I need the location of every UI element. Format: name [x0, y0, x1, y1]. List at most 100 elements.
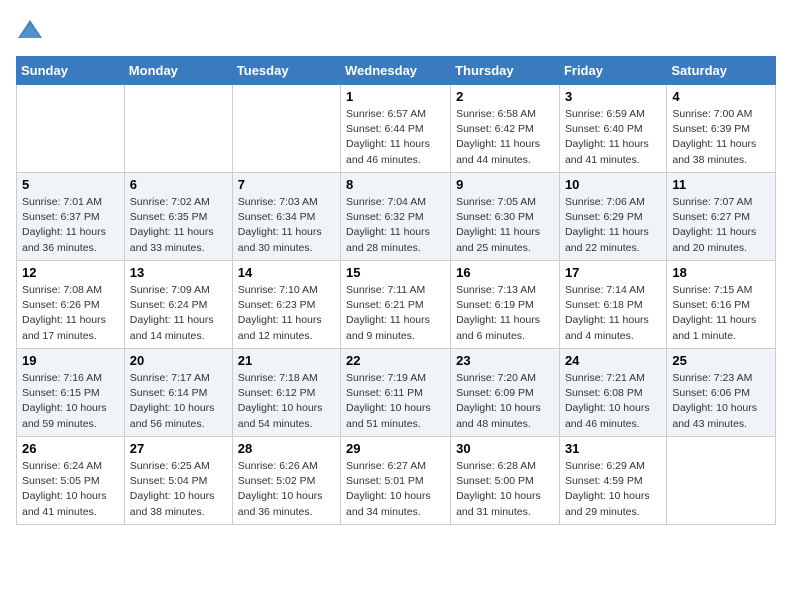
column-header-monday: Monday	[124, 57, 232, 85]
calendar-cell: 13 Sunrise: 7:09 AM Sunset: 6:24 PM Dayli…	[124, 261, 232, 349]
day-number: 17	[565, 265, 661, 280]
day-number: 13	[130, 265, 227, 280]
day-info: Sunrise: 6:57 AM Sunset: 6:44 PM Dayligh…	[346, 107, 445, 168]
calendar-cell	[667, 437, 776, 525]
day-info: Sunrise: 7:11 AM Sunset: 6:21 PM Dayligh…	[346, 283, 445, 344]
day-info: Sunrise: 6:28 AM Sunset: 5:00 PM Dayligh…	[456, 459, 554, 520]
day-info: Sunrise: 7:16 AM Sunset: 6:15 PM Dayligh…	[22, 371, 119, 432]
day-number: 7	[238, 177, 335, 192]
day-info: Sunrise: 6:58 AM Sunset: 6:42 PM Dayligh…	[456, 107, 554, 168]
day-number: 21	[238, 353, 335, 368]
calendar-cell: 3 Sunrise: 6:59 AM Sunset: 6:40 PM Daylig…	[559, 85, 666, 173]
day-number: 19	[22, 353, 119, 368]
calendar-cell: 11 Sunrise: 7:07 AM Sunset: 6:27 PM Dayli…	[667, 173, 776, 261]
day-number: 29	[346, 441, 445, 456]
day-number: 15	[346, 265, 445, 280]
day-info: Sunrise: 6:59 AM Sunset: 6:40 PM Dayligh…	[565, 107, 661, 168]
day-info: Sunrise: 7:10 AM Sunset: 6:23 PM Dayligh…	[238, 283, 335, 344]
day-info: Sunrise: 7:03 AM Sunset: 6:34 PM Dayligh…	[238, 195, 335, 256]
day-number: 18	[672, 265, 770, 280]
calendar-cell: 25Sunrise: 7:23 AM Sunset: 6:06 PM Dayli…	[667, 349, 776, 437]
day-number: 30	[456, 441, 554, 456]
calendar-cell: 1 Sunrise: 6:57 AM Sunset: 6:44 PM Daylig…	[341, 85, 451, 173]
day-info: Sunrise: 6:27 AM Sunset: 5:01 PM Dayligh…	[346, 459, 445, 520]
week-row-4: 19 Sunrise: 7:16 AM Sunset: 6:15 PM Dayli…	[17, 349, 776, 437]
day-info: Sunrise: 7:21 AM Sunset: 6:08 PM Dayligh…	[565, 371, 661, 432]
day-number: 22	[346, 353, 445, 368]
day-number: 12	[22, 265, 119, 280]
calendar-cell: 19 Sunrise: 7:16 AM Sunset: 6:15 PM Dayli…	[17, 349, 125, 437]
calendar-table: SundayMondayTuesdayWednesdayThursdayFrid…	[16, 56, 776, 525]
calendar-cell	[124, 85, 232, 173]
calendar-cell: 15 Sunrise: 7:11 AM Sunset: 6:21 PM Dayli…	[341, 261, 451, 349]
calendar-cell: 26 Sunrise: 6:24 AM Sunset: 5:05 PM Dayli…	[17, 437, 125, 525]
day-number: 8	[346, 177, 445, 192]
calendar-cell: 6 Sunrise: 7:02 AM Sunset: 6:35 PM Daylig…	[124, 173, 232, 261]
calendar-cell: 24 Sunrise: 7:21 AM Sunset: 6:08 PM Dayli…	[559, 349, 666, 437]
calendar-cell: 30 Sunrise: 6:28 AM Sunset: 5:00 PM Dayli…	[451, 437, 560, 525]
day-number: 3	[565, 89, 661, 104]
day-info: Sunrise: 7:07 AM Sunset: 6:27 PM Dayligh…	[672, 195, 770, 256]
day-number: 27	[130, 441, 227, 456]
day-number: 4	[672, 89, 770, 104]
day-number: 24	[565, 353, 661, 368]
day-number: 6	[130, 177, 227, 192]
column-header-saturday: Saturday	[667, 57, 776, 85]
day-number: 14	[238, 265, 335, 280]
calendar-cell: 23 Sunrise: 7:20 AM Sunset: 6:09 PM Dayli…	[451, 349, 560, 437]
day-header-row: SundayMondayTuesdayWednesdayThursdayFrid…	[17, 57, 776, 85]
day-number: 16	[456, 265, 554, 280]
day-number: 9	[456, 177, 554, 192]
day-number: 23	[456, 353, 554, 368]
day-info: Sunrise: 7:17 AM Sunset: 6:14 PM Dayligh…	[130, 371, 227, 432]
column-header-thursday: Thursday	[451, 57, 560, 85]
calendar-cell: 16 Sunrise: 7:13 AM Sunset: 6:19 PM Dayli…	[451, 261, 560, 349]
week-row-5: 26 Sunrise: 6:24 AM Sunset: 5:05 PM Dayli…	[17, 437, 776, 525]
calendar-cell: 21 Sunrise: 7:18 AM Sunset: 6:12 PM Dayli…	[232, 349, 340, 437]
calendar-cell: 27Sunrise: 6:25 AM Sunset: 5:04 PM Dayli…	[124, 437, 232, 525]
calendar-cell: 7 Sunrise: 7:03 AM Sunset: 6:34 PM Daylig…	[232, 173, 340, 261]
day-info: Sunrise: 6:29 AM Sunset: 4:59 PM Dayligh…	[565, 459, 661, 520]
day-info: Sunrise: 7:18 AM Sunset: 6:12 PM Dayligh…	[238, 371, 335, 432]
calendar-cell: 17 Sunrise: 7:14 AM Sunset: 6:18 PM Dayli…	[559, 261, 666, 349]
calendar-cell: 9 Sunrise: 7:05 AM Sunset: 6:30 PM Daylig…	[451, 173, 560, 261]
day-number: 26	[22, 441, 119, 456]
calendar-cell: 4 Sunrise: 7:00 AM Sunset: 6:39 PM Daylig…	[667, 85, 776, 173]
day-number: 10	[565, 177, 661, 192]
week-row-2: 5Sunrise: 7:01 AM Sunset: 6:37 PM Daylig…	[17, 173, 776, 261]
calendar-cell: 18 Sunrise: 7:15 AM Sunset: 6:16 PM Dayli…	[667, 261, 776, 349]
logo-icon	[16, 16, 44, 44]
column-header-friday: Friday	[559, 57, 666, 85]
day-info: Sunrise: 7:02 AM Sunset: 6:35 PM Dayligh…	[130, 195, 227, 256]
page-header	[16, 16, 776, 44]
calendar-cell: 2 Sunrise: 6:58 AM Sunset: 6:42 PM Daylig…	[451, 85, 560, 173]
column-header-wednesday: Wednesday	[341, 57, 451, 85]
day-info: Sunrise: 7:09 AM Sunset: 6:24 PM Dayligh…	[130, 283, 227, 344]
day-info: Sunrise: 7:14 AM Sunset: 6:18 PM Dayligh…	[565, 283, 661, 344]
calendar-cell: 28Sunrise: 6:26 AM Sunset: 5:02 PM Dayli…	[232, 437, 340, 525]
calendar-cell: 22 Sunrise: 7:19 AM Sunset: 6:11 PM Dayli…	[341, 349, 451, 437]
calendar-cell: 14 Sunrise: 7:10 AM Sunset: 6:23 PM Dayli…	[232, 261, 340, 349]
day-info: Sunrise: 7:08 AM Sunset: 6:26 PM Dayligh…	[22, 283, 119, 344]
day-number: 2	[456, 89, 554, 104]
calendar-cell: 5Sunrise: 7:01 AM Sunset: 6:37 PM Daylig…	[17, 173, 125, 261]
day-info: Sunrise: 7:04 AM Sunset: 6:32 PM Dayligh…	[346, 195, 445, 256]
calendar-cell	[232, 85, 340, 173]
day-info: Sunrise: 7:19 AM Sunset: 6:11 PM Dayligh…	[346, 371, 445, 432]
day-info: Sunrise: 7:15 AM Sunset: 6:16 PM Dayligh…	[672, 283, 770, 344]
calendar-cell	[17, 85, 125, 173]
day-number: 11	[672, 177, 770, 192]
day-info: Sunrise: 7:05 AM Sunset: 6:30 PM Dayligh…	[456, 195, 554, 256]
day-info: Sunrise: 7:06 AM Sunset: 6:29 PM Dayligh…	[565, 195, 661, 256]
day-info: Sunrise: 7:13 AM Sunset: 6:19 PM Dayligh…	[456, 283, 554, 344]
week-row-1: 1 Sunrise: 6:57 AM Sunset: 6:44 PM Daylig…	[17, 85, 776, 173]
calendar-cell: 20 Sunrise: 7:17 AM Sunset: 6:14 PM Dayli…	[124, 349, 232, 437]
column-header-sunday: Sunday	[17, 57, 125, 85]
day-number: 1	[346, 89, 445, 104]
calendar-cell: 12 Sunrise: 7:08 AM Sunset: 6:26 PM Dayli…	[17, 261, 125, 349]
day-info: Sunrise: 6:24 AM Sunset: 5:05 PM Dayligh…	[22, 459, 119, 520]
day-info: Sunrise: 7:00 AM Sunset: 6:39 PM Dayligh…	[672, 107, 770, 168]
day-number: 20	[130, 353, 227, 368]
day-info: Sunrise: 7:20 AM Sunset: 6:09 PM Dayligh…	[456, 371, 554, 432]
day-number: 31	[565, 441, 661, 456]
